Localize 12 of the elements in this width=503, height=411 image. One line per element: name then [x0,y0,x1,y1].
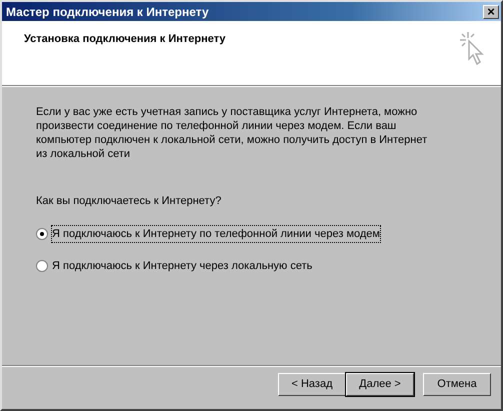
intro-text: Если у вас уже есть учетная запись у поставщика услуг Интернета, можно произвести соединение по телефонной линии через модем. Если ваш компьютер подключен к локальной сети, можно получить доступ в Интернет из локальной сети [36,105,428,161]
wizard-button[interactable]: Отмена [423,373,491,396]
radio-button[interactable] [36,228,48,240]
radio-button[interactable] [36,260,48,272]
option-label[interactable]: Я подключаюсь к Интернету через локальную сеть [52,258,312,274]
close-button[interactable]: × [483,4,499,18]
page-title: Установка подключения к Интернету [24,32,226,47]
wizard-button[interactable]: Далее > [346,373,414,396]
option-label[interactable]: Я подключаюсь к Интернету по телефонной линии через модем [52,226,380,242]
window-title: Мастер подключения к Интернету [6,4,209,20]
question-label: Как вы подключаетесь к Интернету? [36,194,222,209]
wizard-button[interactable]: < Назад [278,373,346,396]
